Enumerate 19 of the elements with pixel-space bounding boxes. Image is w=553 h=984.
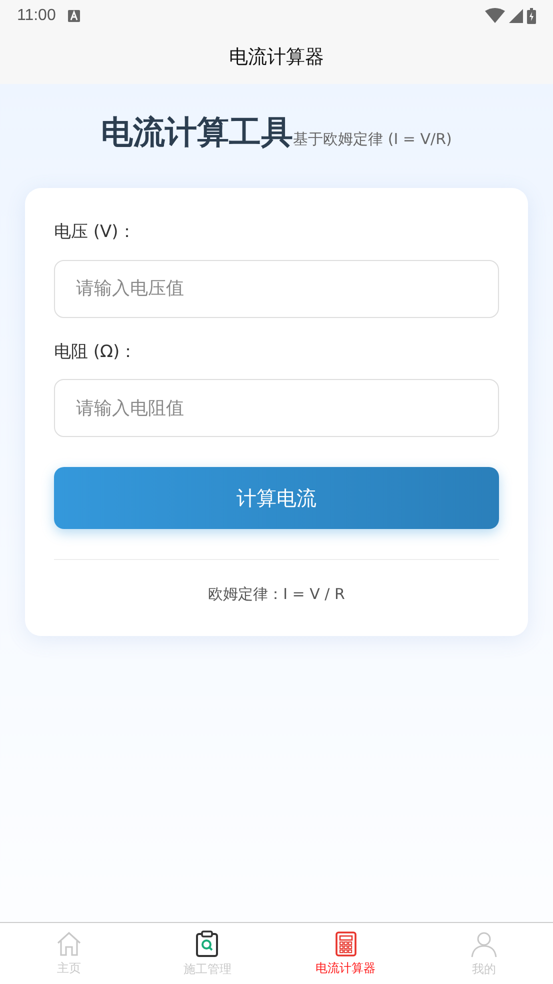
wifi-icon [485,8,505,23]
tab-bar-item[interactable]: 电流计算器 [276,923,415,984]
input-field[interactable]: 请输入电压值 [54,260,499,318]
formula-text: 欧姆定律：I = V / R [208,585,345,603]
page-heading: 电流计算工具 [101,116,294,148]
field-label: 电阻 (Ω)： [54,340,138,364]
field-label: 电压 (V)： [54,221,136,244]
home-icon [55,930,84,956]
page-subtitle: 基于欧姆定律 (I = V/R) [293,132,452,147]
signal-icon [509,8,523,22]
calculate-button[interactable]: 计算电流 [54,467,499,529]
status-time: 11:00 [17,6,56,26]
person-icon [470,930,498,958]
calculator-icon [334,930,357,956]
app-bar-title: 电流计算器 [229,45,324,70]
notification-icon [68,10,80,22]
battery-icon [527,8,536,24]
clipboard-search-icon [195,930,220,958]
input-field[interactable]: 请输入电阻值 [54,379,499,437]
